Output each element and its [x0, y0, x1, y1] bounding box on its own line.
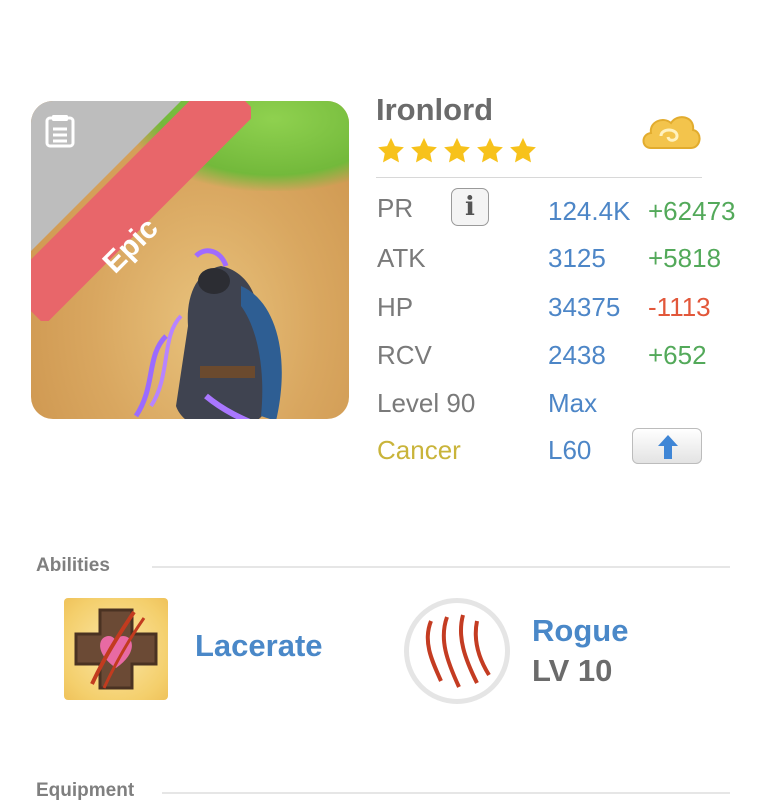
star-icon [444, 137, 470, 163]
abilities-section-title: Abilities [36, 555, 110, 576]
stat-atk-delta: +5818 [648, 243, 722, 273]
stat-rcv-delta: +652 [648, 340, 707, 370]
stat-atk-value: 3125 [548, 243, 606, 273]
level-value: Max [548, 388, 598, 418]
abilities-divider [152, 566, 730, 568]
hero-portrait[interactable]: Epic [31, 101, 349, 419]
stat-pr-delta: +62473 [648, 196, 736, 226]
star-icon [477, 137, 503, 163]
ability-name[interactable]: Lacerate [195, 628, 323, 664]
upgrade-button[interactable] [632, 428, 702, 464]
stat-hp-label: HP [377, 292, 414, 322]
header-divider [376, 177, 702, 178]
stat-rcv-value: 2438 [548, 340, 606, 370]
hero-name: Ironlord [376, 92, 494, 127]
equipment-section-title: Equipment [36, 780, 135, 801]
stat-atk-label: ATK [377, 243, 426, 273]
cloud-icon[interactable] [641, 110, 701, 158]
stat-pr-value: 124.4K [548, 196, 631, 226]
info-button[interactable]: i [451, 188, 489, 226]
star-icon [510, 137, 536, 163]
class-level: LV 10 [532, 653, 613, 688]
document-icon[interactable] [43, 115, 77, 149]
stat-pr-label: PR [377, 193, 414, 223]
equipment-divider [162, 792, 730, 794]
zodiac-sign-label: Cancer [377, 435, 461, 465]
level-label: Level 90 [377, 388, 476, 418]
arrow-up-icon [658, 435, 678, 459]
stat-rcv-label: RCV [377, 340, 432, 370]
info-icon: i [465, 192, 475, 222]
class-name[interactable]: Rogue [532, 613, 628, 649]
lacerate-icon [74, 608, 158, 690]
stat-hp-delta: -1113 [648, 292, 711, 322]
star-rating [376, 136, 538, 166]
star-icon [378, 137, 404, 163]
zodiac-sign-level: L60 [548, 435, 592, 465]
class-icon-circle[interactable] [404, 598, 510, 704]
stat-hp-value: 34375 [548, 292, 621, 322]
claw-marks-icon [425, 614, 491, 688]
hero-figure-image [133, 248, 282, 419]
star-icon [411, 137, 437, 163]
ability-icon[interactable] [64, 598, 168, 700]
